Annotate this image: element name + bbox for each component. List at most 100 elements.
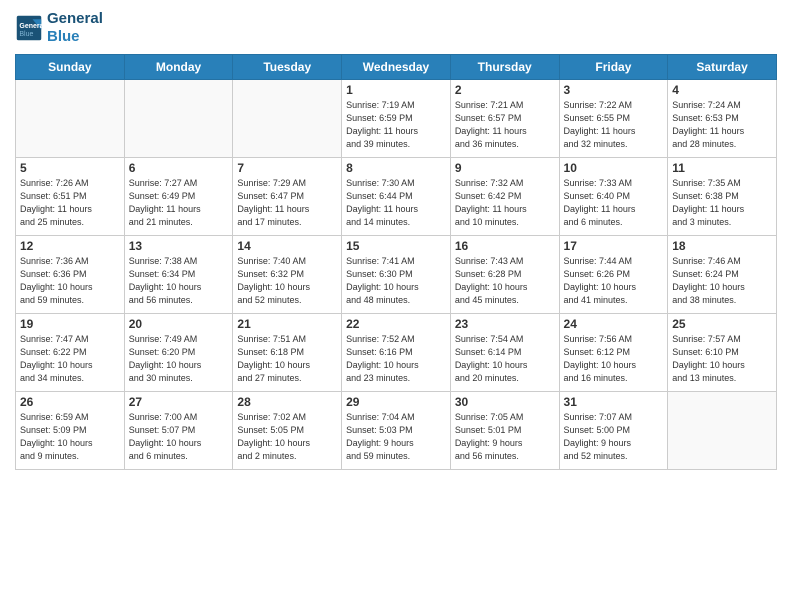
day-number: 5 — [20, 161, 120, 175]
calendar-cell — [668, 392, 777, 470]
calendar-cell: 13Sunrise: 7:38 AMSunset: 6:34 PMDayligh… — [124, 236, 233, 314]
calendar-cell: 28 Sunrise: 7:02 AMSunset: 5:05 PMDayligh… — [233, 392, 342, 470]
calendar-week-1: 1Sunrise: 7:19 AMSunset: 6:59 PMDaylight… — [16, 80, 777, 158]
calendar-cell: 31 Sunrise: 7:07 AMSunset: 5:00 PMDayligh… — [559, 392, 668, 470]
day-number: 11 — [672, 161, 772, 175]
calendar-week-5: 26 Sunrise: 6:59 AMSunset: 5:09 PMDayligh… — [16, 392, 777, 470]
calendar-cell: 16 Sunrise: 7:43 AMSunset: 6:28 PMDayligh… — [450, 236, 559, 314]
day-info: Sunrise: 7:29 AMSunset: 6:47 PMDaylight:… — [237, 177, 337, 229]
day-info: Sunrise: 7:43 AMSunset: 6:28 PMDaylight:… — [455, 255, 555, 307]
calendar-cell: 20 Sunrise: 7:49 AMSunset: 6:20 PMDayligh… — [124, 314, 233, 392]
calendar-cell: 17 Sunrise: 7:44 AMSunset: 6:26 PMDayligh… — [559, 236, 668, 314]
day-number: 14 — [237, 239, 337, 253]
day-number: 27 — [129, 395, 229, 409]
day-number: 18 — [672, 239, 772, 253]
day-info: Sunrise: 7:07 AMSunset: 5:00 PMDaylight:… — [564, 411, 664, 463]
calendar-cell: 2 Sunrise: 7:21 AMSunset: 6:57 PMDaylight… — [450, 80, 559, 158]
day-number: 28 — [237, 395, 337, 409]
day-number: 21 — [237, 317, 337, 331]
day-info: Sunrise: 7:41 AMSunset: 6:30 PMDaylight:… — [346, 255, 446, 307]
day-info: Sunrise: 7:57 AMSunset: 6:10 PMDaylight:… — [672, 333, 772, 385]
day-number: 19 — [20, 317, 120, 331]
calendar-header-wednesday: Wednesday — [342, 55, 451, 80]
day-info: Sunrise: 7:33 AMSunset: 6:40 PMDaylight:… — [564, 177, 664, 229]
calendar-cell: 22Sunrise: 7:52 AMSunset: 6:16 PMDayligh… — [342, 314, 451, 392]
day-info: Sunrise: 6:59 AMSunset: 5:09 PMDaylight:… — [20, 411, 120, 463]
day-number: 2 — [455, 83, 555, 97]
calendar-cell — [233, 80, 342, 158]
day-number: 17 — [564, 239, 664, 253]
calendar-cell: 23Sunrise: 7:54 AMSunset: 6:14 PMDayligh… — [450, 314, 559, 392]
day-info: Sunrise: 7:22 AMSunset: 6:55 PMDaylight:… — [564, 99, 664, 151]
day-number: 3 — [564, 83, 664, 97]
day-number: 29 — [346, 395, 446, 409]
calendar-header-sunday: Sunday — [16, 55, 125, 80]
day-number: 7 — [237, 161, 337, 175]
header: General Blue General Blue — [15, 10, 777, 46]
day-info: Sunrise: 7:47 AMSunset: 6:22 PMDaylight:… — [20, 333, 120, 385]
day-info: Sunrise: 7:05 AMSunset: 5:01 PMDaylight:… — [455, 411, 555, 463]
day-info: Sunrise: 7:51 AMSunset: 6:18 PMDaylight:… — [237, 333, 337, 385]
day-number: 15 — [346, 239, 446, 253]
day-number: 25 — [672, 317, 772, 331]
logo-text: General Blue — [47, 10, 103, 46]
calendar-header-row: SundayMondayTuesdayWednesdayThursdayFrid… — [16, 55, 777, 80]
calendar-cell: 3 Sunrise: 7:22 AMSunset: 6:55 PMDaylight… — [559, 80, 668, 158]
day-info: Sunrise: 7:21 AMSunset: 6:57 PMDaylight:… — [455, 99, 555, 151]
day-info: Sunrise: 7:46 AMSunset: 6:24 PMDaylight:… — [672, 255, 772, 307]
logo-icon: General Blue — [15, 14, 43, 42]
calendar-cell — [124, 80, 233, 158]
calendar-cell — [16, 80, 125, 158]
calendar-header-tuesday: Tuesday — [233, 55, 342, 80]
calendar-cell: 24Sunrise: 7:56 AMSunset: 6:12 PMDayligh… — [559, 314, 668, 392]
page: General Blue General Blue SundayMondayTu… — [0, 0, 792, 612]
day-number: 22 — [346, 317, 446, 331]
calendar-cell: 15 Sunrise: 7:41 AMSunset: 6:30 PMDayligh… — [342, 236, 451, 314]
calendar-cell: 29 Sunrise: 7:04 AMSunset: 5:03 PMDayligh… — [342, 392, 451, 470]
day-number: 4 — [672, 83, 772, 97]
day-info: Sunrise: 7:56 AMSunset: 6:12 PMDaylight:… — [564, 333, 664, 385]
day-info: Sunrise: 7:04 AMSunset: 5:03 PMDaylight:… — [346, 411, 446, 463]
calendar-cell: 7 Sunrise: 7:29 AMSunset: 6:47 PMDaylight… — [233, 158, 342, 236]
day-number: 12 — [20, 239, 120, 253]
day-info: Sunrise: 7:24 AMSunset: 6:53 PMDaylight:… — [672, 99, 772, 151]
day-number: 9 — [455, 161, 555, 175]
day-info: Sunrise: 7:49 AMSunset: 6:20 PMDaylight:… — [129, 333, 229, 385]
calendar-cell: 21 Sunrise: 7:51 AMSunset: 6:18 PMDayligh… — [233, 314, 342, 392]
svg-text:General: General — [19, 23, 43, 30]
calendar-cell: 9Sunrise: 7:32 AMSunset: 6:42 PMDaylight… — [450, 158, 559, 236]
day-info: Sunrise: 7:40 AMSunset: 6:32 PMDaylight:… — [237, 255, 337, 307]
calendar-week-4: 19 Sunrise: 7:47 AMSunset: 6:22 PMDayligh… — [16, 314, 777, 392]
day-number: 26 — [20, 395, 120, 409]
day-info: Sunrise: 7:26 AMSunset: 6:51 PMDaylight:… — [20, 177, 120, 229]
calendar-cell: 27 Sunrise: 7:00 AMSunset: 5:07 PMDayligh… — [124, 392, 233, 470]
calendar-header-thursday: Thursday — [450, 55, 559, 80]
day-number: 10 — [564, 161, 664, 175]
day-info: Sunrise: 7:44 AMSunset: 6:26 PMDaylight:… — [564, 255, 664, 307]
calendar-header-saturday: Saturday — [668, 55, 777, 80]
calendar-cell: 18 Sunrise: 7:46 AMSunset: 6:24 PMDayligh… — [668, 236, 777, 314]
day-info: Sunrise: 7:00 AMSunset: 5:07 PMDaylight:… — [129, 411, 229, 463]
calendar-cell: 11 Sunrise: 7:35 AMSunset: 6:38 PMDayligh… — [668, 158, 777, 236]
day-number: 16 — [455, 239, 555, 253]
calendar-header-monday: Monday — [124, 55, 233, 80]
calendar-table: SundayMondayTuesdayWednesdayThursdayFrid… — [15, 54, 777, 470]
day-number: 8 — [346, 161, 446, 175]
day-number: 31 — [564, 395, 664, 409]
calendar-header-friday: Friday — [559, 55, 668, 80]
calendar-cell: 19 Sunrise: 7:47 AMSunset: 6:22 PMDayligh… — [16, 314, 125, 392]
day-info: Sunrise: 7:35 AMSunset: 6:38 PMDaylight:… — [672, 177, 772, 229]
calendar-cell: 12Sunrise: 7:36 AMSunset: 6:36 PMDayligh… — [16, 236, 125, 314]
day-info: Sunrise: 7:02 AMSunset: 5:05 PMDaylight:… — [237, 411, 337, 463]
day-number: 6 — [129, 161, 229, 175]
calendar-week-3: 12Sunrise: 7:36 AMSunset: 6:36 PMDayligh… — [16, 236, 777, 314]
day-number: 20 — [129, 317, 229, 331]
day-info: Sunrise: 7:27 AMSunset: 6:49 PMDaylight:… — [129, 177, 229, 229]
calendar-cell: 25 Sunrise: 7:57 AMSunset: 6:10 PMDayligh… — [668, 314, 777, 392]
day-info: Sunrise: 7:30 AMSunset: 6:44 PMDaylight:… — [346, 177, 446, 229]
calendar-cell: 30Sunrise: 7:05 AMSunset: 5:01 PMDayligh… — [450, 392, 559, 470]
calendar-cell: 5 Sunrise: 7:26 AMSunset: 6:51 PMDaylight… — [16, 158, 125, 236]
day-number: 23 — [455, 317, 555, 331]
calendar-cell: 4 Sunrise: 7:24 AMSunset: 6:53 PMDaylight… — [668, 80, 777, 158]
day-number: 1 — [346, 83, 446, 97]
